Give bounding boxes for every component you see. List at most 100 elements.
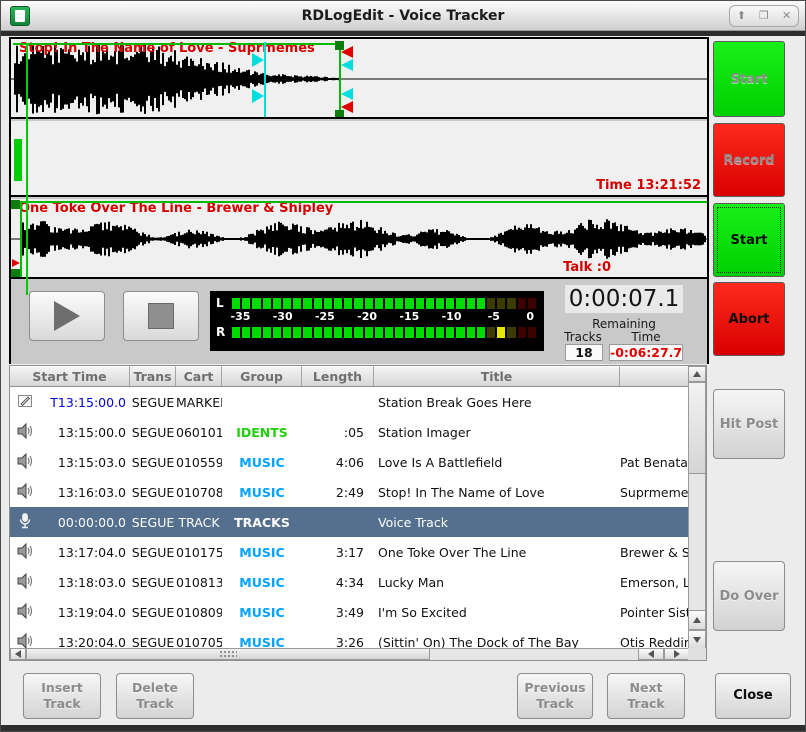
horizontal-scroll-thumb[interactable] [26, 648, 430, 660]
speaker-icon [10, 452, 36, 473]
waveform-panel-track1: Stop! In The Name of Love - Suprmemes [11, 39, 707, 119]
close-button[interactable]: Close [715, 673, 791, 719]
rdlogedit-voice-tracker-window: RDLogEdit - Voice Tracker ⬆ ❐ ✕ Stop! In… [0, 0, 806, 732]
cell-title: I'm So Excited [374, 605, 620, 620]
meter-scale-label: -15 [399, 310, 419, 323]
next-track-button[interactable]: Next Track [607, 673, 685, 719]
meter-segment [283, 298, 291, 309]
meter-left-segments [232, 298, 536, 309]
start-time-value: T13:15:00.0 [36, 395, 130, 410]
talk-marker-line[interactable] [264, 42, 266, 118]
scroll-left-button2[interactable] [638, 648, 664, 660]
horizontal-scrollbar[interactable] [10, 648, 690, 660]
cell-group: MUSIC [222, 605, 302, 620]
column-header-trans[interactable]: Trans [130, 366, 176, 386]
previous-track-button[interactable]: Previous Track [517, 673, 593, 719]
meter-segment [252, 327, 260, 338]
delete-track-button[interactable]: Delete Track [116, 673, 194, 719]
cue-marker-cyan-top[interactable] [341, 59, 353, 71]
meter-segment [395, 327, 403, 338]
meter-segment [283, 327, 291, 338]
column-header-title[interactable]: Title [374, 366, 620, 386]
log-row[interactable]: 00:00:00.0SEGUETRACKTRACKSVoice Track [10, 507, 690, 537]
waveform-area: Stop! In The Name of Love - Suprmemes Ti… [9, 37, 709, 364]
column-header-start-time[interactable]: Start Time [10, 366, 130, 386]
log-row[interactable]: 13:15:03.0SEGUE010559MUSIC4:06Love Is A … [10, 447, 690, 477]
talk-counter-label: Talk :0 [563, 260, 611, 275]
vertical-scroll-thumb[interactable] [688, 382, 706, 474]
meter-segment [242, 327, 250, 338]
cell-cart: 060101 [176, 425, 222, 440]
maximize-window-icon[interactable]: ❐ [755, 7, 773, 25]
track2-fade-marker[interactable] [12, 259, 20, 267]
log-row[interactable]: 13:15:00.0SEGUE060101IDENTS:05Station Im… [10, 417, 690, 447]
meter-segment [354, 327, 362, 338]
log-row[interactable]: 13:17:04.0SEGUE010175MUSIC3:17One Toke O… [10, 537, 690, 567]
column-header-length[interactable]: Length [302, 366, 374, 386]
cell-start-time: T13:15:00.0 [10, 392, 130, 413]
column-header-artist[interactable] [620, 366, 690, 386]
stop-icon [148, 303, 174, 329]
microphone-icon [10, 512, 36, 533]
cell-cart: 010708 [176, 485, 222, 500]
cell-trans: SEGUE [130, 515, 176, 530]
cell-trans: SEGUE [130, 545, 176, 560]
abort-button[interactable]: Abort [713, 282, 785, 356]
column-header-cart[interactable]: Cart [176, 366, 222, 386]
table-body: T13:15:00.0SEGUEMARKERStation Break Goes… [10, 387, 690, 650]
do-over-button[interactable]: Do Over [713, 561, 785, 631]
meter-segment [446, 298, 454, 309]
meter-segment [385, 327, 393, 338]
meter-segment [303, 327, 311, 338]
insert-track-button[interactable]: Insert Track [23, 673, 101, 719]
hit-post-button[interactable]: Hit Post [713, 389, 785, 459]
meter-segment [365, 298, 373, 309]
cell-start-time: 13:17:04.0 [10, 542, 130, 563]
log-row[interactable]: T13:15:00.0SEGUEMARKERStation Break Goes… [10, 387, 690, 417]
scroll-left-button[interactable] [10, 648, 26, 660]
meter-segment [354, 298, 362, 309]
cell-group: MUSIC [222, 455, 302, 470]
log-row[interactable]: 13:16:03.0SEGUE010708MUSIC2:49Stop! In T… [10, 477, 690, 507]
vertical-scrollbar[interactable] [688, 366, 706, 650]
voice-level-bar [14, 139, 22, 181]
meter-segment [507, 327, 515, 338]
cell-group: MUSIC [222, 545, 302, 560]
cue-marker-cyan-bottom[interactable] [341, 88, 353, 100]
track2-marker-handle-bottom[interactable] [11, 269, 20, 278]
track2-marker-handle-top[interactable] [11, 200, 20, 209]
start-playback2-button[interactable]: Start [713, 203, 785, 277]
start-playback1-button[interactable]: Start [713, 41, 785, 117]
column-header-group[interactable]: Group [222, 366, 302, 386]
titlebar[interactable]: RDLogEdit - Voice Tracker ⬆ ❐ ✕ [1, 1, 805, 31]
meter-segment [252, 298, 260, 309]
meter-segment [303, 298, 311, 309]
scroll-down-button[interactable] [688, 630, 706, 650]
meter-segment [446, 327, 454, 338]
close-window-icon[interactable]: ✕ [778, 7, 796, 25]
meter-segment [334, 327, 342, 338]
fade-marker-red-bottom[interactable] [341, 101, 353, 113]
scroll-right-button[interactable] [664, 648, 690, 660]
talk-marker-handle-bottom[interactable] [252, 89, 264, 103]
track2-start-hline [11, 201, 707, 203]
log-row[interactable]: 13:20:04.0SEGUE010705MUSIC3:26(Sittin' O… [10, 627, 690, 650]
cell-length: 4:06 [302, 455, 374, 470]
log-row[interactable]: 13:19:04.0SEGUE010809MUSIC3:49I'm So Exc… [10, 597, 690, 627]
cell-start-time: 13:15:03.0 [10, 452, 130, 473]
play-button[interactable] [29, 291, 105, 341]
log-row[interactable]: 13:18:03.0SEGUE010813MUSIC4:34Lucky ManE… [10, 567, 690, 597]
meter-segment [263, 327, 271, 338]
cell-group: TRACKS [222, 515, 302, 530]
scroll-up-button[interactable] [688, 366, 706, 382]
scroll-up-button2[interactable] [688, 610, 706, 630]
meter-segment [528, 327, 536, 338]
record-button[interactable]: Record [713, 123, 785, 197]
track2-start-marker-line[interactable] [20, 201, 22, 277]
speaker-icon [10, 482, 36, 503]
fade-marker-red-top[interactable] [341, 46, 353, 58]
stop-button[interactable] [123, 291, 199, 341]
waveform-panel-voice-track: Time 13:21:52 [11, 121, 707, 197]
talk-marker-handle-top[interactable] [252, 53, 264, 67]
shade-window-icon[interactable]: ⬆ [732, 7, 750, 25]
